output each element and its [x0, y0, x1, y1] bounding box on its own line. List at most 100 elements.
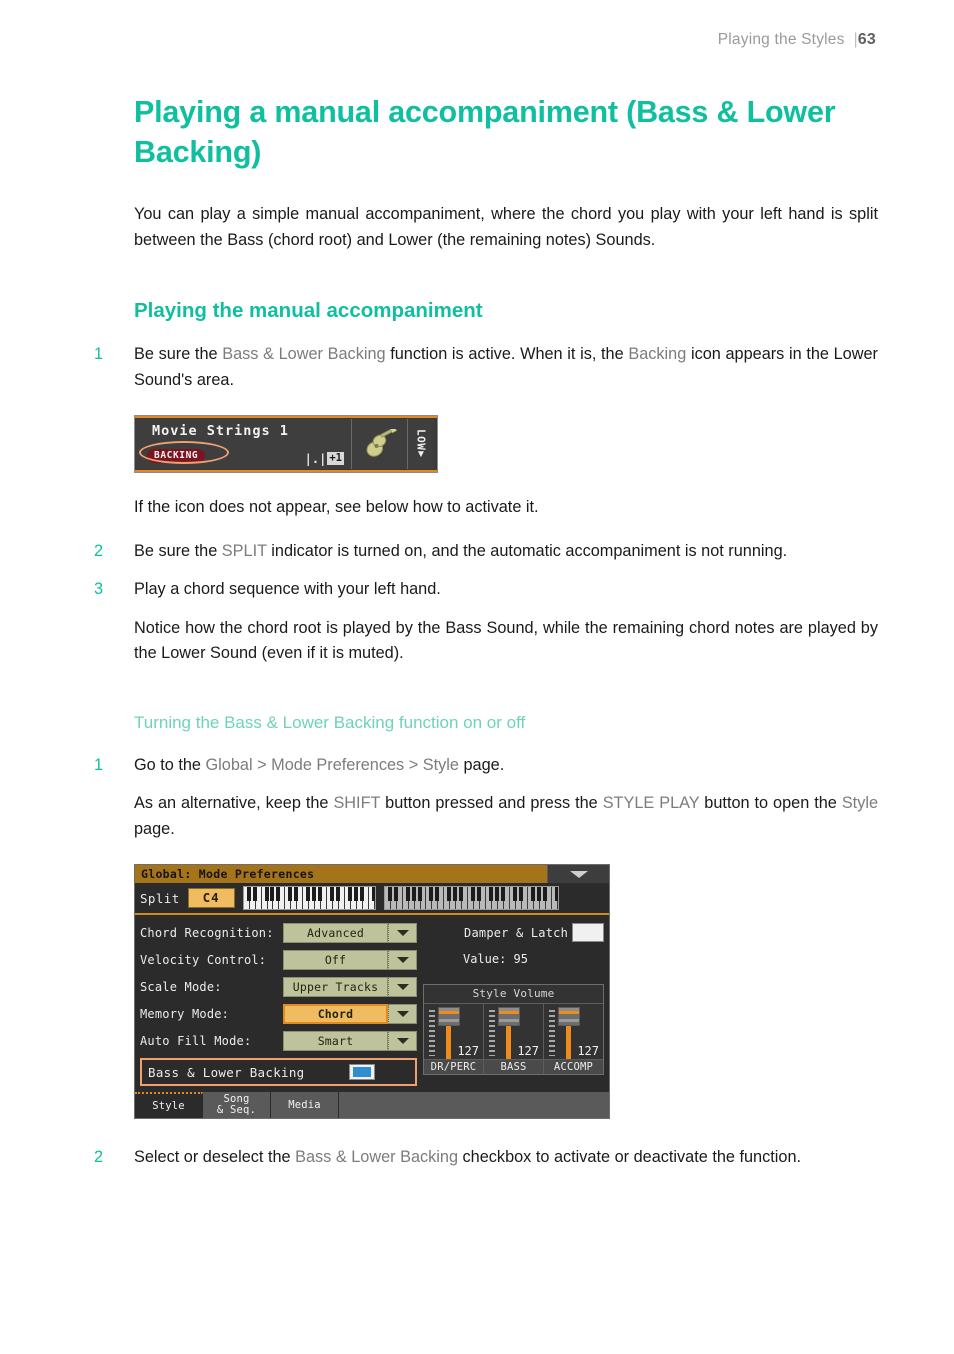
step-number: 2	[94, 541, 104, 560]
parameter-row: Scale Mode: Upper Tracks	[140, 973, 417, 1000]
parameter-label: Scale Mode:	[140, 979, 222, 994]
parameter-column: Chord Recognition: Advanced Velocity Contr…	[140, 919, 417, 1086]
page-menu-button[interactable]	[547, 865, 609, 883]
ui-reference: Mode Preferences	[271, 755, 405, 774]
breadcrumb-separator: >	[252, 755, 272, 774]
parameter-value[interactable]: Smart	[283, 1030, 388, 1051]
ui-reference: SPLIT	[221, 541, 267, 560]
step-number: 1	[94, 755, 104, 774]
alt-text-part: As an alternative, keep the	[134, 794, 334, 812]
step-text-part: page.	[458, 755, 505, 774]
step-text-part: Be sure the	[134, 541, 222, 560]
tab-bar-filler	[339, 1092, 609, 1118]
backing-badge-wrap: BACKING	[147, 445, 206, 463]
fader-handle[interactable]	[498, 1007, 520, 1026]
parameter-dropdown[interactable]: Off	[283, 949, 417, 970]
step-number: 2	[94, 1148, 104, 1166]
parameter-row: Auto Fill Mode: Smart	[140, 1027, 417, 1054]
damper-latch-label: Damper & Latch	[464, 925, 568, 940]
step-text: Go to the Global > Mode Preferences > St…	[134, 753, 878, 779]
fader-track-name: BASS	[484, 1059, 543, 1074]
style-volume-group: Style Volume 127 DR/PERC 127 BASS 127 ACCOMP	[423, 984, 604, 1075]
octave-value: +1	[327, 452, 344, 465]
page-content: Playing a manual accompaniment (Bass & L…	[94, 92, 878, 1171]
fader-scale-ticks	[429, 1010, 435, 1056]
alt-text-part: page.	[134, 819, 175, 838]
parameter-dropdown[interactable]: Advanced	[283, 922, 417, 943]
chevron-down-icon	[569, 870, 588, 878]
list-item: 1 Be sure the Bass & Lower Backing funct…	[94, 342, 878, 393]
note-paragraph: Notice how the chord root is played by t…	[134, 618, 878, 663]
piano-key	[368, 887, 375, 909]
damper-latch-checkbox[interactable]	[572, 923, 604, 942]
parameter-row: Memory Mode: Chord	[140, 1000, 417, 1027]
fader-handle[interactable]	[438, 1007, 460, 1026]
ui-reference: STYLE PLAY	[602, 794, 700, 812]
volume-fader[interactable]: 127 ACCOMP	[544, 1004, 603, 1074]
piano-key	[551, 887, 558, 909]
subsection-heading-turning-on-off: Turning the Bass & Lower Backing functio…	[134, 712, 526, 732]
value-readout: Value: 95	[462, 952, 529, 966]
split-value-button[interactable]: C4	[187, 888, 235, 908]
volume-fader[interactable]: 127 DR/PERC	[424, 1004, 484, 1074]
list-item: 2 Select or deselect the Bass & Lower Ba…	[94, 1145, 878, 1171]
ui-reference: Style	[422, 755, 459, 774]
parameter-value[interactable]: Upper Tracks	[283, 976, 388, 997]
chevron-down-icon	[396, 1037, 409, 1044]
figure-followup-text: If the icon does not appear, see below h…	[134, 498, 539, 516]
panel-accent-top	[135, 416, 437, 418]
dropdown-arrow-button[interactable]	[388, 1003, 417, 1024]
dropdown-arrow-button[interactable]	[388, 949, 417, 970]
lower-slot-selector[interactable]: LOW ▼	[408, 419, 434, 469]
dropdown-arrow-button[interactable]	[388, 1030, 417, 1051]
keyboard-lower-range[interactable]	[242, 886, 376, 910]
intro-paragraph: You can play a simple manual accompanime…	[134, 205, 878, 249]
guitar-icon	[365, 429, 397, 457]
fader-track-name: DR/PERC	[424, 1059, 483, 1074]
parameter-value[interactable]: Off	[283, 949, 388, 970]
fader-scale-ticks	[489, 1010, 495, 1056]
lower-slot-label: LOW	[414, 428, 428, 451]
breadcrumb-separator: >	[404, 755, 423, 774]
parameter-dropdown[interactable]: Chord	[283, 1003, 417, 1024]
parameter-value[interactable]: Advanced	[283, 922, 388, 943]
keyboard-upper-range[interactable]	[383, 886, 559, 910]
step-text-part: Go to the	[134, 755, 206, 774]
tab-style[interactable]: Style	[135, 1092, 203, 1118]
parameter-value[interactable]: Chord	[283, 1003, 388, 1024]
parameter-row: Chord Recognition: Advanced	[140, 919, 417, 946]
parameter-dropdown[interactable]: Upper Tracks	[283, 976, 417, 997]
volume-fader[interactable]: 127 BASS	[484, 1004, 544, 1074]
right-column: Damper & Latch Value: 95 Style Volume 12…	[417, 919, 604, 1086]
split-label: Split	[140, 890, 180, 906]
figure-lower-sound-slot: Movie Strings 1 BACKING |.| +1 LOW ▼	[134, 415, 438, 473]
step-text-part: checkbox to activate or deactivate the f…	[458, 1148, 802, 1166]
dropdown-arrow-button[interactable]	[388, 976, 417, 997]
list-item: 1 Go to the Global > Mode Preferences > …	[94, 753, 878, 779]
damper-latch-row[interactable]: Damper & Latch	[423, 919, 604, 946]
bass-lower-backing-checkbox[interactable]	[348, 1064, 375, 1080]
step-number: 3	[94, 580, 104, 598]
fader-handle[interactable]	[558, 1007, 580, 1026]
sound-name-cell[interactable]: Movie Strings 1 BACKING |.| +1	[135, 419, 352, 469]
step-text-part: indicator is turned on, and the automati…	[266, 541, 788, 560]
octave-transpose-indicator: |.| +1	[305, 452, 344, 465]
alt-text-part: button to open the	[699, 794, 842, 812]
bass-lower-backing-label: Bass & Lower Backing	[148, 1064, 305, 1080]
page-title: Playing a manual accompaniment (Bass & L…	[134, 95, 836, 169]
step-text: Be sure the Bass & Lower Backing functio…	[134, 342, 878, 393]
dropdown-arrow-button[interactable]	[388, 922, 417, 943]
fader-value: 127	[517, 1044, 539, 1058]
fader-track-name: ACCOMP	[544, 1059, 603, 1074]
tab-media[interactable]: Media	[271, 1092, 339, 1118]
tab-bar: Style Song & Seq. Media	[135, 1092, 609, 1118]
chevron-down-icon	[396, 983, 409, 990]
fader-scale-ticks	[549, 1010, 555, 1056]
bass-lower-backing-row[interactable]: Bass & Lower Backing	[140, 1058, 417, 1086]
instrument-cell[interactable]	[352, 419, 408, 469]
split-point-row: Split C4	[135, 883, 609, 915]
parameter-label: Chord Recognition:	[140, 925, 274, 940]
ui-reference: SHIFT	[333, 794, 381, 812]
parameter-dropdown[interactable]: Smart	[283, 1030, 417, 1051]
tab-song-seq[interactable]: Song & Seq.	[203, 1092, 271, 1118]
